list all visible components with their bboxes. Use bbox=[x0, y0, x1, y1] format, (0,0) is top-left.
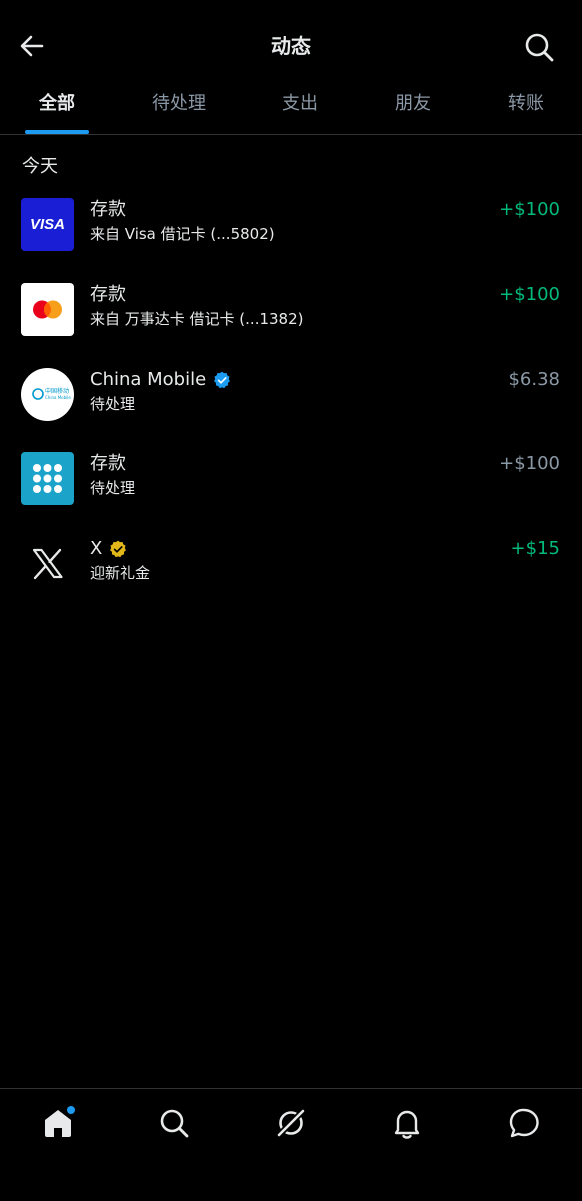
nav-notifications[interactable] bbox=[389, 1105, 425, 1141]
tab-pending[interactable]: 待处理 bbox=[140, 78, 218, 133]
visa-logo: VISA bbox=[21, 198, 74, 251]
transaction-amount: +$100 bbox=[499, 453, 560, 474]
transaction-title: 存款 bbox=[90, 284, 126, 305]
transaction-title: China Mobile bbox=[90, 368, 232, 392]
bottom-navigation bbox=[0, 1088, 582, 1201]
transaction-amount: $6.38 bbox=[508, 369, 560, 390]
x-brand-icon bbox=[32, 548, 63, 580]
transaction-row[interactable]: 存款 待处理 +$100 bbox=[0, 452, 582, 522]
nav-messages[interactable] bbox=[506, 1105, 542, 1141]
transaction-row[interactable]: X 迎新礼金 +$15 bbox=[0, 537, 582, 607]
x-logo bbox=[21, 537, 74, 590]
nav-home[interactable] bbox=[40, 1105, 76, 1141]
mastercard-circles-icon bbox=[33, 300, 62, 319]
transaction-subtitle: 迎新礼金 bbox=[90, 564, 151, 582]
search-button[interactable] bbox=[522, 30, 556, 64]
page-title: 动态 bbox=[271, 34, 311, 58]
tab-label: 朋友 bbox=[395, 93, 431, 114]
section-header-today: 今天 bbox=[22, 156, 58, 177]
transaction-title: 存款 bbox=[90, 453, 126, 474]
svg-text:China Mobile: China Mobile bbox=[45, 395, 71, 400]
verified-badge-gold-icon bbox=[110, 540, 127, 558]
dots-grid-icon bbox=[33, 464, 62, 493]
china-mobile-mark-icon: 中国移动 China Mobile bbox=[32, 387, 71, 400]
transaction-subtitle: 来自 Visa 借记卡 (...5802) bbox=[90, 225, 275, 243]
tab-transfers[interactable]: 转账 bbox=[496, 78, 556, 133]
transaction-title: 存款 bbox=[90, 199, 126, 220]
transaction-amount: +$15 bbox=[510, 538, 560, 559]
bell-icon bbox=[394, 1110, 420, 1139]
transaction-row[interactable]: VISA 存款 来自 Visa 借记卡 (...5802) +$100 bbox=[0, 198, 582, 268]
notification-dot bbox=[67, 1106, 75, 1114]
grok-icon bbox=[275, 1107, 307, 1139]
tab-label: 转账 bbox=[508, 93, 544, 114]
search-icon bbox=[525, 33, 554, 62]
mastercard-logo bbox=[21, 283, 74, 336]
visa-wordmark: VISA bbox=[29, 216, 65, 233]
transaction-title: X bbox=[90, 537, 128, 561]
messages-icon bbox=[509, 1108, 539, 1138]
china-mobile-logo: 中国移动 China Mobile bbox=[21, 368, 74, 421]
nav-search[interactable] bbox=[156, 1105, 192, 1141]
svg-text:中国移动: 中国移动 bbox=[45, 387, 69, 395]
nav-grok[interactable] bbox=[273, 1105, 309, 1141]
transaction-row[interactable]: 中国移动 China Mobile China Mobile 待处理 $6.38 bbox=[0, 368, 582, 438]
transaction-subtitle: 待处理 bbox=[90, 479, 136, 497]
verified-badge-blue-icon bbox=[214, 371, 231, 389]
transaction-row[interactable]: 存款 来自 万事达卡 借记卡 (...1382) +$100 bbox=[0, 283, 582, 353]
tab-label: 待处理 bbox=[152, 93, 206, 114]
tab-friends[interactable]: 朋友 bbox=[383, 78, 443, 133]
search-icon bbox=[160, 1109, 189, 1138]
transaction-amount: +$100 bbox=[499, 284, 560, 305]
active-tab-indicator bbox=[25, 130, 89, 134]
tab-label: 全部 bbox=[39, 93, 75, 114]
tab-spending[interactable]: 支出 bbox=[270, 78, 330, 133]
tab-all[interactable]: 全部 bbox=[22, 78, 92, 134]
filter-tabs: 全部 待处理 支出 朋友 转账 bbox=[0, 78, 582, 135]
transaction-subtitle: 待处理 bbox=[90, 395, 136, 413]
transaction-subtitle: 来自 万事达卡 借记卡 (...1382) bbox=[90, 310, 304, 328]
tab-label: 支出 bbox=[282, 93, 318, 114]
bank-dots-logo bbox=[21, 452, 74, 505]
transaction-amount: +$100 bbox=[499, 199, 560, 220]
